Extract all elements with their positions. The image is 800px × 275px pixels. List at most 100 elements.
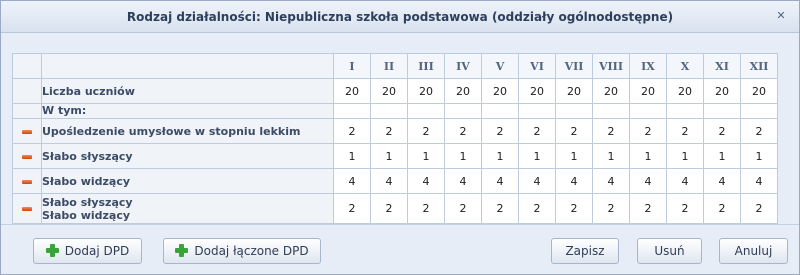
remove-row-icon[interactable] <box>22 154 32 159</box>
cancel-button[interactable]: Anuluj <box>719 238 788 264</box>
value-cell[interactable]: 2 <box>444 193 482 224</box>
value-cell[interactable]: 2 <box>703 118 741 144</box>
value-cell[interactable]: 20 <box>592 78 630 104</box>
row-label: W tym: <box>41 103 334 119</box>
value-cell[interactable]: 1 <box>740 143 778 169</box>
add-dpd-button[interactable]: Dodaj DPD <box>33 238 142 264</box>
column-header: XI <box>703 53 741 79</box>
column-header: I <box>333 53 371 79</box>
value-cell[interactable]: 1 <box>666 143 704 169</box>
row-action-cell <box>12 103 42 119</box>
row-action-cell <box>12 118 42 144</box>
value-cell[interactable]: 1 <box>629 143 667 169</box>
delete-button[interactable]: Usuń <box>637 238 702 264</box>
row-action-cell <box>12 168 42 194</box>
value-cell[interactable]: 2 <box>555 193 593 224</box>
value-cell[interactable]: 2 <box>333 118 371 144</box>
plus-icon <box>45 244 59 257</box>
value-cell[interactable]: 4 <box>518 168 556 194</box>
remove-row-icon[interactable] <box>22 207 32 211</box>
value-cell <box>333 103 371 119</box>
value-cell[interactable]: 4 <box>592 168 630 194</box>
dialog-body: I II III IV V VI VII VIII IX X XI XII Li… <box>1 34 799 224</box>
value-cell[interactable]: 2 <box>444 118 482 144</box>
value-cell[interactable]: 20 <box>629 78 667 104</box>
value-cell[interactable]: 2 <box>740 118 778 144</box>
value-cell[interactable]: 2 <box>592 118 630 144</box>
close-icon[interactable]: ✕ <box>775 10 787 22</box>
table-row: W tym: <box>12 103 778 119</box>
add-combined-dpd-button[interactable]: Dodaj łączone DPD <box>163 238 321 264</box>
value-cell[interactable]: 2 <box>481 118 519 144</box>
value-cell[interactable]: 2 <box>666 193 704 224</box>
value-cell[interactable]: 1 <box>407 143 445 169</box>
value-cell <box>555 103 593 119</box>
header-action-cell <box>12 53 42 79</box>
value-cell[interactable]: 2 <box>481 193 519 224</box>
value-cell[interactable]: 4 <box>629 168 667 194</box>
value-cell[interactable]: 4 <box>333 168 371 194</box>
value-cell[interactable]: 4 <box>740 168 778 194</box>
value-cell[interactable]: 20 <box>703 78 741 104</box>
value-cell[interactable]: 2 <box>629 118 667 144</box>
row-label: Słabo słyszący Słabo widzący <box>41 193 334 224</box>
row-label-line: Słabo słyszący <box>42 195 133 209</box>
row-label-line: Słabo widzący <box>42 208 131 222</box>
value-cell <box>444 103 482 119</box>
value-cell[interactable]: 1 <box>592 143 630 169</box>
column-header: III <box>407 53 445 79</box>
value-cell[interactable]: 2 <box>629 193 667 224</box>
value-cell[interactable]: 1 <box>518 143 556 169</box>
value-cell[interactable]: 4 <box>407 168 445 194</box>
value-cell[interactable]: 2 <box>555 118 593 144</box>
value-cell[interactable]: 4 <box>444 168 482 194</box>
remove-row-icon[interactable] <box>22 129 32 134</box>
value-cell <box>666 103 704 119</box>
table-row: Słabo słyszący 1 1 1 1 1 1 1 1 1 1 1 1 <box>12 143 778 169</box>
value-cell[interactable]: 1 <box>481 143 519 169</box>
value-cell[interactable]: 2 <box>666 118 704 144</box>
value-cell[interactable]: 20 <box>370 78 408 104</box>
column-header: IX <box>629 53 667 79</box>
value-cell[interactable]: 1 <box>703 143 741 169</box>
value-cell[interactable]: 20 <box>666 78 704 104</box>
value-cell[interactable]: 2 <box>518 118 556 144</box>
value-cell[interactable]: 2 <box>703 193 741 224</box>
plus-icon <box>175 244 189 257</box>
value-cell[interactable]: 2 <box>333 193 371 224</box>
value-cell[interactable]: 2 <box>407 193 445 224</box>
value-cell[interactable]: 1 <box>444 143 482 169</box>
value-cell[interactable]: 4 <box>370 168 408 194</box>
value-cell[interactable]: 20 <box>407 78 445 104</box>
value-cell[interactable]: 4 <box>555 168 593 194</box>
value-cell[interactable]: 2 <box>370 193 408 224</box>
value-cell[interactable]: 20 <box>481 78 519 104</box>
value-cell[interactable]: 2 <box>592 193 630 224</box>
value-cell[interactable]: 2 <box>518 193 556 224</box>
value-cell[interactable]: 1 <box>370 143 408 169</box>
value-cell[interactable]: 2 <box>740 193 778 224</box>
value-cell[interactable]: 1 <box>555 143 593 169</box>
value-cell[interactable]: 4 <box>481 168 519 194</box>
save-button[interactable]: Zapisz <box>551 238 619 264</box>
value-cell[interactable]: 20 <box>555 78 593 104</box>
value-cell[interactable]: 4 <box>703 168 741 194</box>
column-header: IV <box>444 53 482 79</box>
column-header: VII <box>555 53 593 79</box>
row-label: Słabo słyszący <box>41 143 334 169</box>
value-cell[interactable]: 20 <box>333 78 371 104</box>
remove-row-icon[interactable] <box>22 179 32 184</box>
value-cell[interactable]: 20 <box>518 78 556 104</box>
value-cell[interactable]: 1 <box>333 143 371 169</box>
value-cell[interactable]: 2 <box>370 118 408 144</box>
students-table: I II III IV V VI VII VIII IX X XI XII Li… <box>12 53 778 224</box>
row-label: Upośledzenie umysłowe w stopniu lekkim <box>41 118 334 144</box>
value-cell[interactable]: 20 <box>444 78 482 104</box>
value-cell[interactable]: 20 <box>740 78 778 104</box>
value-cell[interactable]: 4 <box>666 168 704 194</box>
value-cell <box>592 103 630 119</box>
value-cell <box>518 103 556 119</box>
table-row: Słabo widzący 4 4 4 4 4 4 4 4 4 4 4 4 <box>12 168 778 194</box>
value-cell[interactable]: 2 <box>407 118 445 144</box>
column-header: II <box>370 53 408 79</box>
